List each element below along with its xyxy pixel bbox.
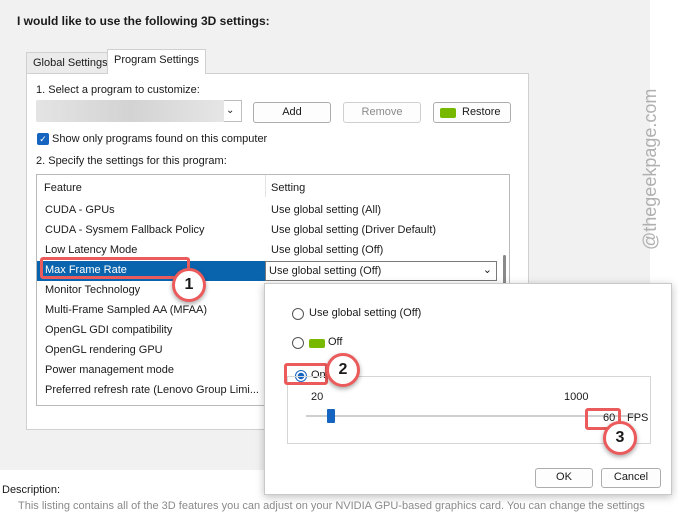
- max-frame-rate-setting-dropdown[interactable]: Use global setting (Off) ⌄: [265, 261, 497, 281]
- annotation-highlight-max-frame-rate: [40, 257, 190, 279]
- nvidia-logo-icon: [440, 108, 456, 118]
- watermark: @thegeekpage.com: [640, 88, 660, 250]
- radio-use-global[interactable]: [292, 308, 304, 320]
- column-header-feature[interactable]: Feature: [44, 182, 82, 194]
- chevron-down-icon: ⌄: [482, 264, 492, 276]
- table-row-feature[interactable]: Monitor Technology: [45, 284, 140, 304]
- chevron-down-icon[interactable]: ⌄: [224, 100, 242, 122]
- select-program-label: 1. Select a program to customize:: [36, 84, 200, 96]
- cancel-button[interactable]: Cancel: [601, 468, 661, 488]
- show-only-found-checkbox[interactable]: ✓: [37, 133, 49, 145]
- add-button[interactable]: Add: [253, 102, 331, 123]
- remove-button[interactable]: Remove: [343, 102, 421, 123]
- tab-global-settings[interactable]: Global Settings: [26, 52, 115, 73]
- fps-unit-label: FPS: [627, 412, 649, 424]
- column-header-setting[interactable]: Setting: [271, 182, 305, 194]
- table-row-setting[interactable]: Use global setting (Driver Default): [271, 224, 436, 244]
- table-row-feature[interactable]: CUDA - GPUs: [45, 204, 115, 224]
- table-row-feature[interactable]: Multi-Frame Sampled AA (MFAA): [45, 304, 207, 324]
- callout-badge-2: 2: [326, 353, 360, 387]
- slider-max-label: 1000: [564, 391, 589, 403]
- nvidia-logo-icon: [309, 339, 325, 348]
- table-row-feature[interactable]: Preferred refresh rate (Lenovo Group Lim…: [45, 384, 259, 404]
- radio-use-global-label: Use global setting (Off): [309, 307, 422, 319]
- table-row-feature[interactable]: CUDA - Sysmem Fallback Policy: [45, 224, 205, 244]
- scrollbar[interactable]: [503, 255, 506, 285]
- column-divider: [265, 175, 266, 197]
- description-text: This listing contains all of the 3D feat…: [18, 500, 645, 512]
- page-title: I would like to use the following 3D set…: [17, 14, 270, 28]
- callout-badge-3: 3: [603, 421, 637, 455]
- show-only-found-label: Show only programs found on this compute…: [52, 133, 268, 145]
- table-row-feature[interactable]: Power management mode: [45, 364, 174, 384]
- restore-button-label: Restore: [462, 106, 501, 118]
- description-label: Description:: [2, 484, 61, 496]
- radio-off[interactable]: [292, 337, 304, 349]
- program-select-dropdown[interactable]: [36, 100, 226, 122]
- fps-slider-thumb[interactable]: [327, 409, 336, 423]
- table-row-setting[interactable]: Use global setting (All): [271, 204, 381, 224]
- slider-min-label: 20: [311, 391, 324, 403]
- radio-off-label: Off: [328, 336, 343, 348]
- specify-settings-label: 2. Specify the settings for this program…: [36, 155, 227, 167]
- tab-program-settings[interactable]: Program Settings: [107, 49, 206, 74]
- table-row-feature[interactable]: OpenGL GDI compatibility: [45, 324, 172, 344]
- setting-dropdown-value: Use global setting (Off): [269, 265, 382, 277]
- max-frame-rate-popup: Use global setting (Off) Off On 20 1000 …: [264, 283, 672, 495]
- restore-button[interactable]: Restore: [433, 102, 511, 123]
- annotation-highlight-on-option: [284, 363, 328, 385]
- ok-button[interactable]: OK: [535, 468, 593, 488]
- table-row-feature[interactable]: OpenGL rendering GPU: [45, 344, 163, 364]
- callout-badge-1: 1: [172, 268, 206, 302]
